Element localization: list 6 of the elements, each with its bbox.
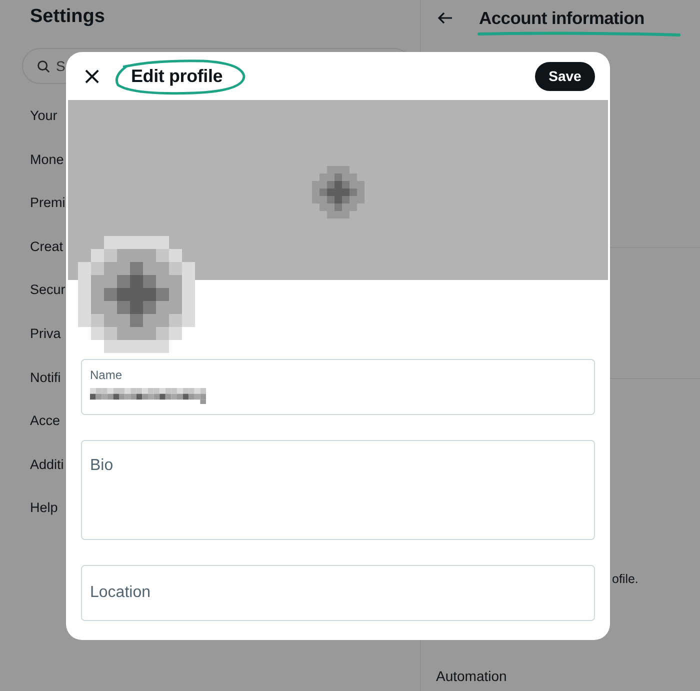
page-title: Account information <box>479 8 644 28</box>
settings-title: Settings <box>30 6 106 28</box>
dialog-title: Edit profile <box>131 66 223 86</box>
setting-text: ofile. <box>612 572 638 586</box>
setting-text: Automation <box>436 668 507 684</box>
field-label: Name <box>90 368 124 382</box>
